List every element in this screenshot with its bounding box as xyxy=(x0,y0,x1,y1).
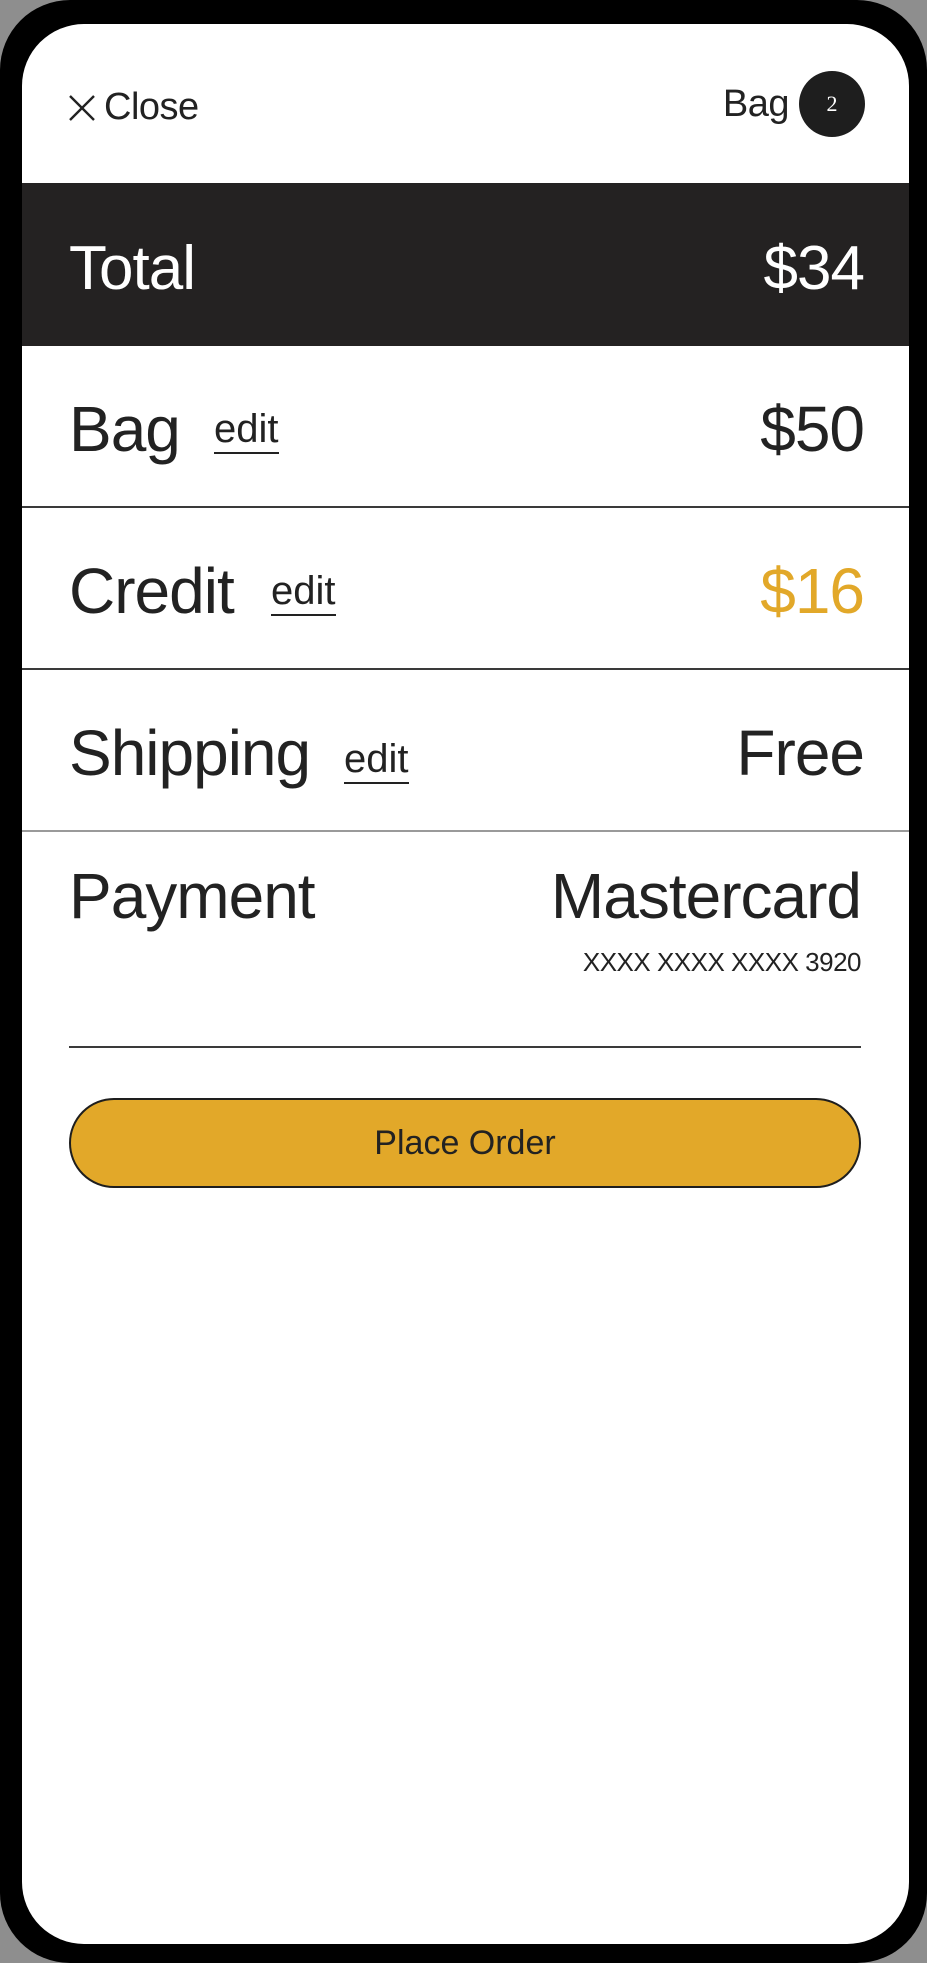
payment-card-number: XXXX XXXX XXXX 3920 xyxy=(582,947,862,977)
total-label: Total xyxy=(69,234,196,303)
shipping-row-label: Shipping xyxy=(69,717,311,789)
close-button[interactable]: Close xyxy=(66,86,199,129)
bag-row: Bag edit $50 xyxy=(22,346,909,508)
shipping-row-value: Free xyxy=(736,717,865,789)
credit-row-label: Credit xyxy=(69,555,235,627)
shipping-edit-link[interactable]: edit xyxy=(344,736,409,784)
close-label: Close xyxy=(104,86,199,128)
payment-method: Mastercard xyxy=(550,860,862,932)
total-value: $34 xyxy=(763,234,865,303)
checkout-screen: Close Bag 2 Total $34 Bag edit $50 Credi… xyxy=(22,24,909,1944)
phone-frame: Close Bag 2 Total $34 Bag edit $50 Credi… xyxy=(0,0,927,1963)
bag-row-label: Bag xyxy=(69,393,181,465)
close-icon xyxy=(69,94,95,121)
place-order-button[interactable]: Place Order xyxy=(69,1098,861,1188)
payment-section[interactable]: Payment Mastercard XXXX XXXX XXXX 3920 xyxy=(69,834,862,1048)
bag-label: Bag xyxy=(722,82,790,125)
top-bar: Close Bag 2 xyxy=(22,24,909,184)
credit-edit-link[interactable]: edit xyxy=(271,568,336,616)
total-bar: Total $34 xyxy=(22,183,909,346)
bag-count-badge: 2 xyxy=(799,71,865,137)
bag-edit-link[interactable]: edit xyxy=(214,406,279,454)
bag-row-value: $50 xyxy=(760,393,865,465)
bag-button[interactable]: Bag 2 xyxy=(723,71,865,137)
credit-row: Credit edit $16 xyxy=(22,508,909,670)
shipping-row: Shipping edit Free xyxy=(22,670,909,832)
payment-label: Payment xyxy=(69,860,316,932)
credit-row-value: $16 xyxy=(760,555,865,627)
